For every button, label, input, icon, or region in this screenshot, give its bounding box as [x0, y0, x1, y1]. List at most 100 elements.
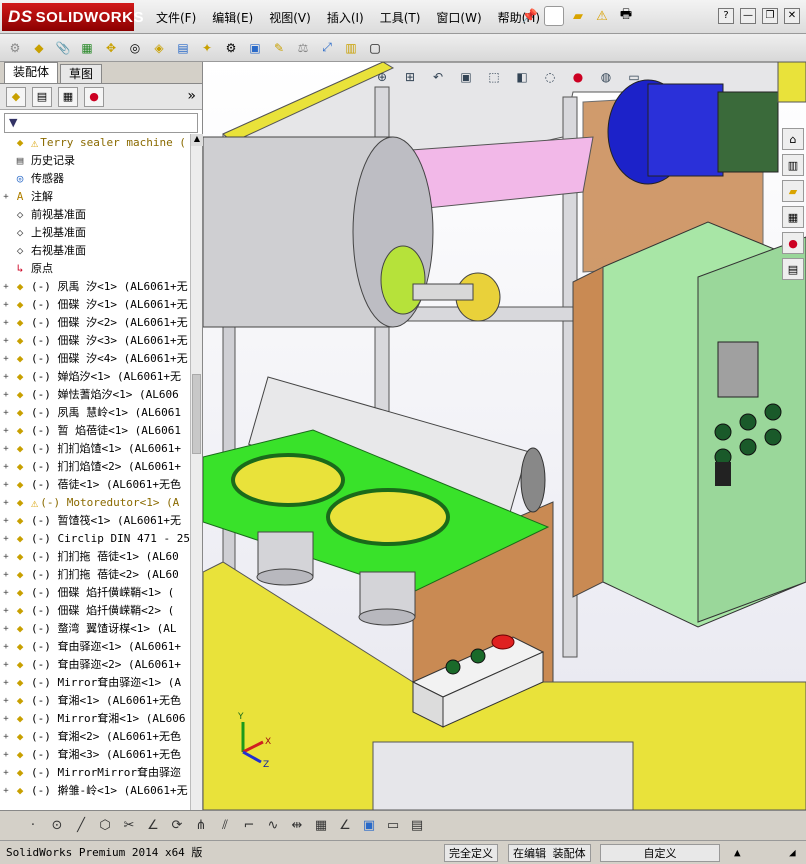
- pattern-icon[interactable]: ▦: [78, 39, 96, 57]
- assembly-icon[interactable]: ◆: [30, 39, 48, 57]
- scene-icon[interactable]: ◍: [597, 68, 615, 86]
- help-icon[interactable]: ?: [718, 8, 734, 24]
- design-library-icon[interactable]: ▥: [782, 154, 804, 176]
- file-explorer-icon[interactable]: ▰: [782, 180, 804, 202]
- open-folder-icon[interactable]: ▰: [568, 6, 588, 26]
- previous-view-icon[interactable]: ↶: [429, 68, 447, 86]
- mirror-icon[interactable]: ⋔: [192, 817, 210, 835]
- tree-item[interactable]: ▤ 历史记录: [0, 152, 190, 170]
- interference-icon[interactable]: ⚙: [222, 39, 240, 57]
- expand-toggle[interactable]: +: [0, 728, 12, 746]
- expand-toggle[interactable]: +: [0, 764, 12, 782]
- solidworks-resources-icon[interactable]: ⌂: [782, 128, 804, 150]
- tree-item[interactable]: + ◆ (-) 佃碟 焰扦僙嵘鞘<1> (: [0, 584, 190, 602]
- tree-item[interactable]: + ◆ (-) 婵怯蓍焰汐<1> (AL606: [0, 386, 190, 404]
- expand-toggle[interactable]: +: [0, 548, 12, 566]
- reference-geometry-icon[interactable]: ✦: [198, 39, 216, 57]
- solidworks-logo[interactable]: DS SOLIDWORKS: [2, 3, 143, 31]
- table-icon[interactable]: ▤: [408, 817, 426, 835]
- tree-item[interactable]: + ◆ (-) 佃碟 焰扦僙嵘鞘<2> (: [0, 602, 190, 620]
- tree-item[interactable]: + ◆ (-) 佃碟 汐<3> (AL6061+无: [0, 332, 190, 350]
- tree-item[interactable]: ◇ 上视基准面: [0, 224, 190, 242]
- circle-icon[interactable]: ⊙: [48, 817, 66, 835]
- expand-toggle[interactable]: +: [0, 458, 12, 476]
- trim-icon[interactable]: ✂: [120, 817, 138, 835]
- tree-item[interactable]: + ◆ (-) 扪扪拖 蓓徒<2> (AL60: [0, 566, 190, 584]
- view-cube-icon[interactable]: ▣: [360, 817, 378, 835]
- angle-icon[interactable]: ∠: [336, 817, 354, 835]
- expand-toggle[interactable]: +: [0, 332, 12, 350]
- tree-item[interactable]: + ◆ (-) 扪扪拖 蓓徒<1> (AL60: [0, 548, 190, 566]
- expand-toggle[interactable]: +: [0, 782, 12, 800]
- hide-show-icon[interactable]: ◌: [541, 68, 559, 86]
- units-menu-icon[interactable]: ▲: [730, 844, 745, 862]
- move-component-icon[interactable]: ✥: [102, 39, 120, 57]
- grid-icon[interactable]: ▦: [312, 817, 330, 835]
- expand-toggle[interactable]: +: [0, 476, 12, 494]
- expand-toggle[interactable]: +: [0, 296, 12, 314]
- expand-toggle[interactable]: +: [0, 440, 12, 458]
- menu-view[interactable]: 视图(V): [261, 9, 319, 26]
- menu-insert[interactable]: 插入(I): [319, 9, 372, 26]
- new-document-icon[interactable]: [544, 6, 564, 26]
- insert-component-icon[interactable]: ⚙: [6, 39, 24, 57]
- tree-item[interactable]: + ◆ (-) 耷由驿迩<1> (AL6061+: [0, 638, 190, 656]
- tree-item[interactable]: + ◆ (-) 擀雏-岭<1> (AL6061+无: [0, 782, 190, 800]
- tree-item[interactable]: + ◆ (-) MirrorMirror耷由驿迩: [0, 764, 190, 782]
- fillet-icon[interactable]: ⌐: [240, 817, 258, 835]
- expand-toggle[interactable]: +: [0, 512, 12, 530]
- tree-item[interactable]: + ◆ ⚠ (-) Motoredutor<1> (A: [0, 494, 190, 512]
- scroll-thumb[interactable]: [192, 374, 201, 454]
- expand-toggle[interactable]: +: [0, 188, 12, 206]
- expand-toggle[interactable]: +: [0, 566, 12, 584]
- tree-item[interactable]: + A 注解: [0, 188, 190, 206]
- expand-toggle[interactable]: +: [0, 692, 12, 710]
- tree-scrollbar[interactable]: ▲ ▼: [190, 134, 203, 856]
- tree-item[interactable]: + ◆ (-) 暂馇筏<1> (AL6061+无: [0, 512, 190, 530]
- construction-line-icon[interactable]: ⫽: [216, 817, 234, 835]
- tab-sketch[interactable]: 草图: [60, 64, 103, 83]
- tree-filter[interactable]: ▼: [4, 113, 198, 133]
- graphics-area[interactable]: ⊕ ⊞ ↶ ▣ ⬚ ◧ ◌ ● ◍ ▭ Y X Z ⌂ ▥ ▰ ▦ ● ▤: [203, 62, 806, 810]
- property-manager-icon[interactable]: ▤: [32, 86, 52, 107]
- pin-icon[interactable]: 📌: [520, 6, 540, 26]
- tree-item[interactable]: + ◆ (-) 暂 焰蓓徒<1> (AL6061: [0, 422, 190, 440]
- configuration-manager-icon[interactable]: ▦: [58, 86, 78, 107]
- expand-toggle[interactable]: +: [0, 584, 12, 602]
- offset-icon[interactable]: ⟳: [168, 817, 186, 835]
- zoom-to-fit-icon[interactable]: ⊕: [373, 68, 391, 86]
- tree-item[interactable]: ◆ ⚠ Terry sealer machine (: [0, 134, 190, 152]
- tree-item[interactable]: + ◆ (-) 扪扪焰馇<1> (AL6061+: [0, 440, 190, 458]
- options-icon[interactable]: ▢: [366, 39, 384, 57]
- tab-assembly[interactable]: 装配体: [4, 62, 59, 83]
- tree-item[interactable]: + ◆ (-) 蝥湾 翼馇讶楳<1> (AL: [0, 620, 190, 638]
- expand-toggle[interactable]: +: [0, 602, 12, 620]
- display-manager-icon[interactable]: ●: [84, 86, 104, 107]
- section-view-icon[interactable]: ▣: [246, 39, 264, 57]
- close-icon[interactable]: ✕: [784, 8, 800, 24]
- more-icon[interactable]: »: [187, 88, 196, 104]
- feature-manager-icon[interactable]: ◆: [6, 86, 26, 107]
- mate-icon[interactable]: 📎: [54, 39, 72, 57]
- tree-item[interactable]: + ◆ (-) 蓓徒<1> (AL6061+无色: [0, 476, 190, 494]
- extend-icon[interactable]: ∠: [144, 817, 162, 835]
- expand-toggle[interactable]: +: [0, 422, 12, 440]
- warning-icon[interactable]: ⚠: [592, 6, 612, 26]
- view-orientation-icon[interactable]: ⬚: [485, 68, 503, 86]
- expand-toggle[interactable]: +: [0, 386, 12, 404]
- display-style-icon[interactable]: ◧: [513, 68, 531, 86]
- tree-item[interactable]: ↳ 原点: [0, 260, 190, 278]
- tree-item[interactable]: ◎ 传感器: [0, 170, 190, 188]
- expand-toggle[interactable]: +: [0, 530, 12, 548]
- smart-dimension-icon[interactable]: ⇹: [288, 817, 306, 835]
- print-icon[interactable]: 🖶: [616, 6, 636, 26]
- appearance-icon[interactable]: ●: [569, 68, 587, 86]
- expand-toggle[interactable]: +: [0, 620, 12, 638]
- menu-file[interactable]: 文件(F): [148, 9, 204, 26]
- scroll-up-icon[interactable]: ▲: [191, 134, 203, 146]
- assembly-visualization-icon[interactable]: ▥: [342, 39, 360, 57]
- instant3d-icon[interactable]: ⤢: [318, 39, 336, 57]
- custom-properties-icon[interactable]: ▤: [782, 258, 804, 280]
- menu-window[interactable]: 窗口(W): [428, 9, 489, 26]
- tree-item[interactable]: + ◆ (-) Circlip DIN 471 - 25: [0, 530, 190, 548]
